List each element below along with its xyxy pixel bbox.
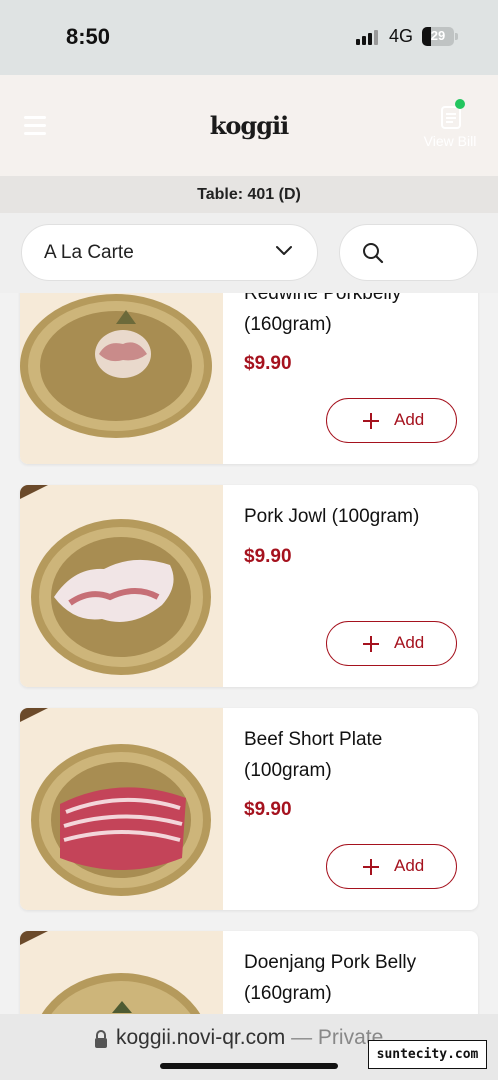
category-value: A La Carte xyxy=(44,242,134,263)
item-photo xyxy=(20,293,223,464)
plus-icon xyxy=(363,636,379,652)
add-label: Add xyxy=(394,856,425,875)
view-bill-label: View Bill xyxy=(423,133,477,149)
item-price: $9.90 xyxy=(244,799,292,820)
item-photo xyxy=(20,708,223,910)
home-indicator xyxy=(160,1063,338,1069)
item-price: $9.90 xyxy=(244,353,292,374)
plus-icon xyxy=(363,413,379,429)
item-name: Beef Short Plate (100gram) xyxy=(244,729,383,781)
category-dropdown[interactable]: A La Carte xyxy=(21,224,318,281)
cellular-signal-icon xyxy=(356,29,382,45)
plus-icon xyxy=(363,859,379,875)
chevron-down-icon xyxy=(276,246,292,255)
notification-dot xyxy=(455,99,465,109)
add-button[interactable]: Add xyxy=(326,398,457,443)
item-name: Pork Jowl (100gram) xyxy=(244,506,420,527)
watermark: suntecity.com xyxy=(368,1040,487,1069)
status-bar: 8:50 4G 29 xyxy=(0,0,498,75)
lock-icon xyxy=(95,1030,107,1048)
url-text: koggii.novi-qr.com — Private xyxy=(116,1026,383,1050)
menu-item-list[interactable]: Redwine Porkbelly (160gram) $9.90 Add Po… xyxy=(0,293,498,1014)
menu-item-card[interactable]: Beef Short Plate (100gram) $9.90 Add xyxy=(20,708,478,910)
search-button[interactable] xyxy=(339,224,478,281)
app-header: koggii View Bill xyxy=(0,75,498,176)
item-name: Doenjang Pork Belly (160gram) xyxy=(244,952,417,1004)
table-number: Table: 401 (D) xyxy=(0,176,498,213)
item-photo xyxy=(20,485,223,687)
view-bill-button[interactable]: View Bill xyxy=(418,99,482,155)
add-label: Add xyxy=(394,410,425,429)
menu-item-card[interactable]: Redwine Porkbelly (160gram) $9.90 Add xyxy=(20,293,478,464)
item-photo xyxy=(20,931,223,1014)
battery-percent: 29 xyxy=(430,28,446,43)
battery-nub xyxy=(455,33,458,40)
battery-icon: 29 xyxy=(422,27,454,46)
filter-row: A La Carte xyxy=(0,213,498,293)
network-type: 4G xyxy=(389,26,414,46)
add-button[interactable]: Add xyxy=(326,844,457,889)
status-time: 8:50 xyxy=(66,24,111,49)
menu-item-card[interactable]: Doenjang Pork Belly (160gram) xyxy=(20,931,478,1014)
add-button[interactable]: Add xyxy=(326,621,457,666)
search-icon xyxy=(363,243,384,264)
menu-item-card[interactable]: Pork Jowl (100gram) $9.90 Add xyxy=(20,485,478,687)
item-name: Redwine Porkbelly (160gram) xyxy=(244,293,402,335)
item-price: $9.90 xyxy=(244,546,292,567)
add-label: Add xyxy=(394,633,425,652)
url-domain: koggii.novi-qr.com xyxy=(116,1026,286,1049)
